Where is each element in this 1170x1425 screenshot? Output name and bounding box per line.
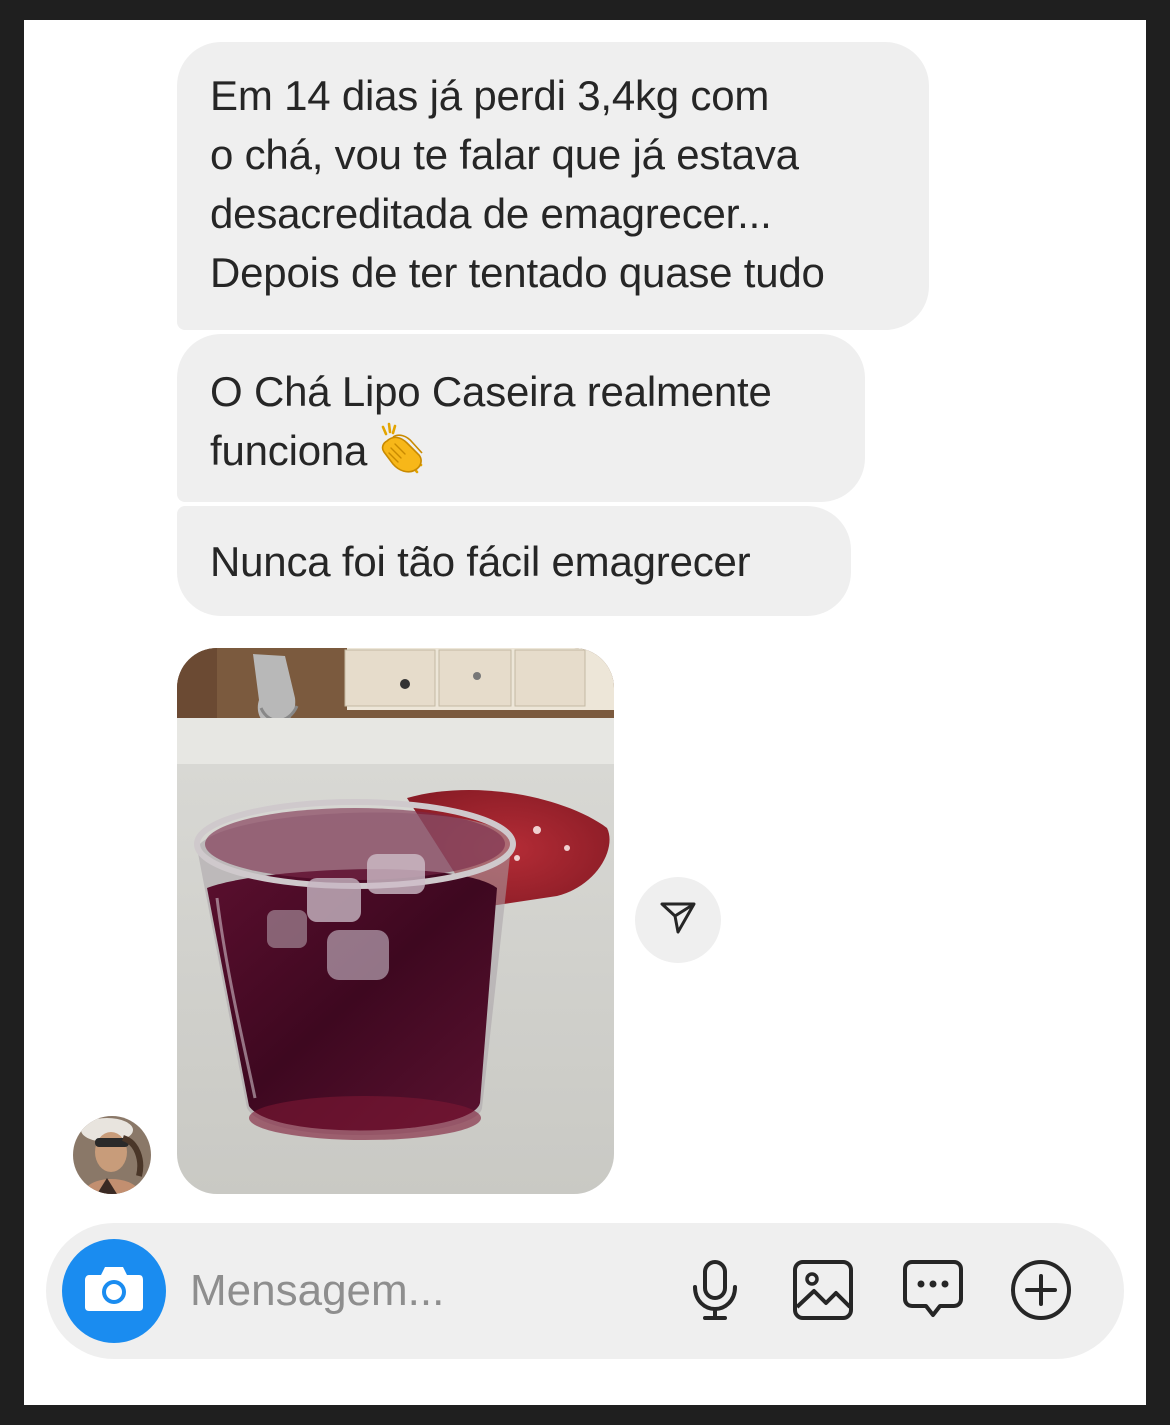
avatar[interactable] [73, 1116, 151, 1194]
camera-icon [83, 1263, 145, 1320]
message-bubble[interactable]: Em 14 dias já perdi 3,4kg com o chá, vou… [177, 42, 929, 330]
sticker-icon [902, 1259, 964, 1326]
message-line-text: funciona [210, 427, 368, 474]
message-line: Depois de ter tentado quase tudo [210, 249, 825, 296]
sticker-button[interactable] [900, 1259, 966, 1325]
message-line: O Chá Lipo Caseira realmente [210, 368, 772, 415]
clapping-hands-icon [375, 421, 429, 475]
camera-button[interactable] [62, 1239, 166, 1343]
message-line: desacreditada de emagrecer... [210, 190, 772, 237]
voice-message-button[interactable] [682, 1259, 748, 1325]
message-line: Em 14 dias já perdi 3,4kg com [210, 72, 770, 119]
microphone-icon [689, 1259, 741, 1326]
message-line: o chá, vou te falar que já estava [210, 131, 799, 178]
message-bubble[interactable]: Nunca foi tão fácil emagrecer [177, 506, 851, 616]
send-icon [658, 898, 698, 943]
gallery-icon [792, 1259, 854, 1326]
share-button[interactable] [635, 877, 721, 963]
glass-of-red-tea-photo[interactable] [177, 648, 614, 1194]
message-bubble[interactable]: O Chá Lipo Caseira realmente funciona [177, 334, 865, 502]
message-composer [46, 1223, 1124, 1359]
message-line-with-emoji: funciona [210, 421, 865, 480]
message-input[interactable] [190, 1259, 650, 1323]
chat-screen: Em 14 dias já perdi 3,4kg com o chá, vou… [24, 20, 1146, 1405]
message-line: Nunca foi tão fácil emagrecer [210, 538, 751, 585]
gallery-button[interactable] [790, 1259, 856, 1325]
plus-icon [1009, 1258, 1073, 1327]
add-button[interactable] [1008, 1259, 1074, 1325]
